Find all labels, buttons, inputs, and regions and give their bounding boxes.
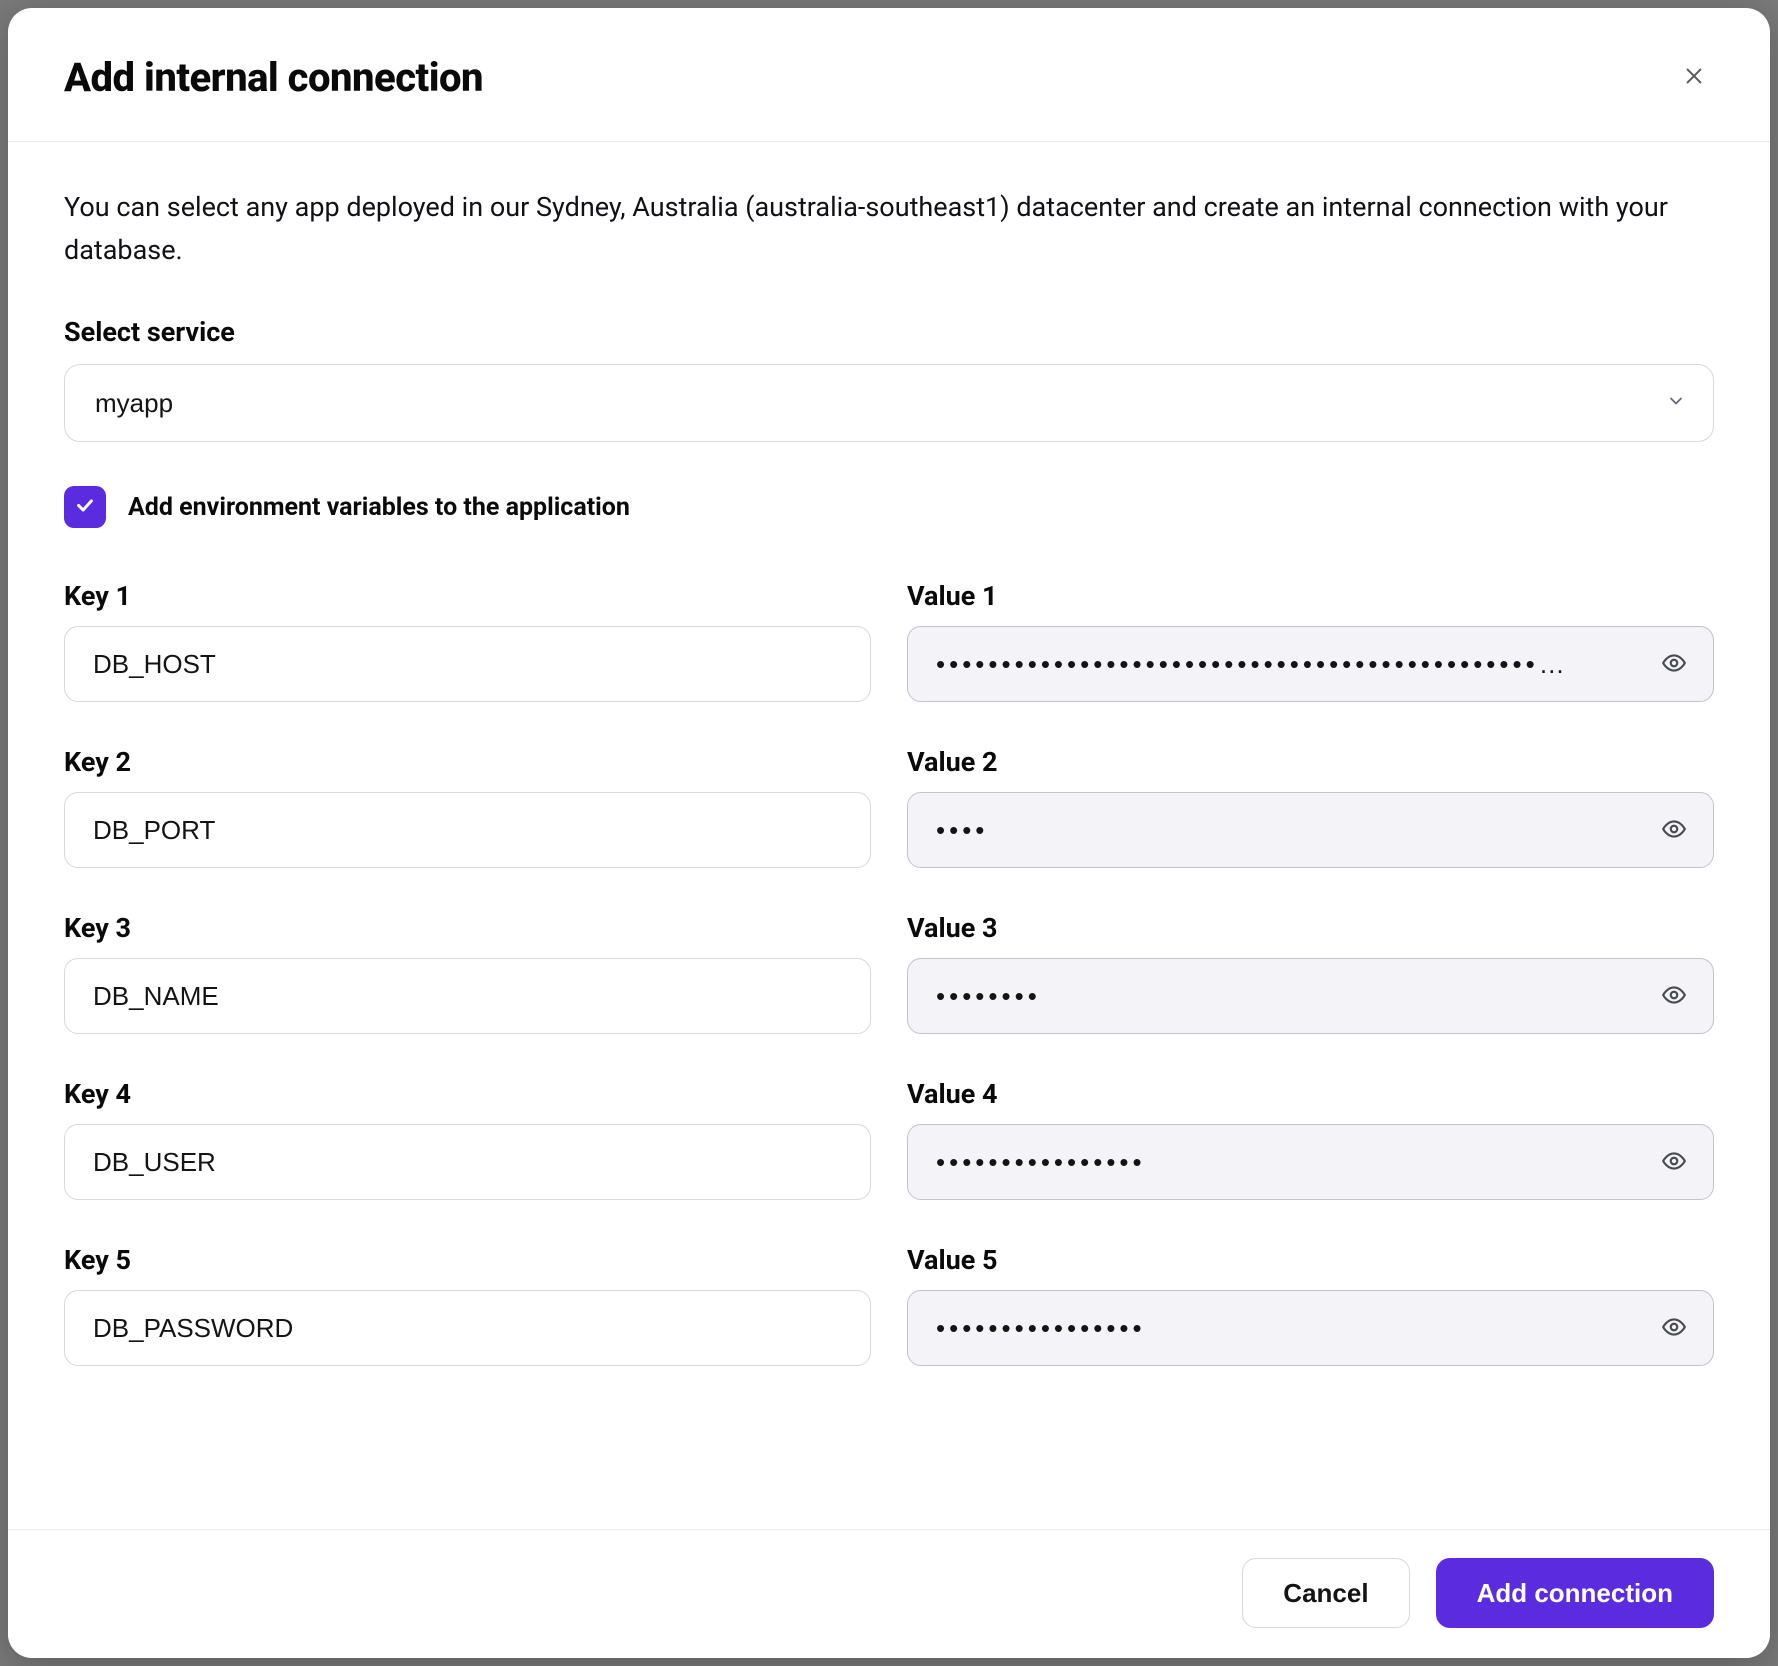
env-var-value-input[interactable] [907,958,1714,1034]
env-var-key-col: Key 5 [64,1244,871,1366]
env-var-key-input[interactable] [64,1124,871,1200]
env-var-pair: Key 4 Value 4 [64,1078,1714,1200]
env-var-value-col: Value 1 [907,580,1714,702]
env-var-value-input[interactable] [907,1290,1714,1366]
env-var-value-label: Value 4 [907,1078,1714,1110]
env-var-key-label: Key 3 [64,912,871,944]
env-var-key-label: Key 1 [64,580,871,612]
env-var-key-col: Key 2 [64,746,871,868]
env-var-key-input[interactable] [64,626,871,702]
env-var-value-wrap [907,792,1714,868]
env-var-value-wrap [907,626,1714,702]
env-var-value-col: Value 4 [907,1078,1714,1200]
env-var-key-input[interactable] [64,958,871,1034]
modal-footer: Cancel Add connection [8,1529,1770,1658]
add-connection-button[interactable]: Add connection [1436,1558,1714,1628]
reveal-value-button[interactable] [1656,1144,1692,1180]
env-var-value-input[interactable] [907,626,1714,702]
env-var-value-input[interactable] [907,792,1714,868]
env-var-value-wrap [907,1290,1714,1366]
env-var-pair: Key 2 Value 2 [64,746,1714,868]
eye-icon [1661,650,1687,679]
reveal-value-button[interactable] [1656,978,1692,1014]
reveal-value-button[interactable] [1656,646,1692,682]
env-var-value-col: Value 3 [907,912,1714,1034]
modal-body: You can select any app deployed in our S… [8,142,1770,1529]
env-var-key-input[interactable] [64,792,871,868]
modal-header: Add internal connection [8,8,1770,142]
env-var-key-label: Key 2 [64,746,871,778]
env-var-value-label: Value 5 [907,1244,1714,1276]
select-service-label: Select service [64,316,1714,348]
select-service[interactable] [64,364,1714,442]
env-var-key-col: Key 3 [64,912,871,1034]
eye-icon [1661,982,1687,1011]
eye-icon [1661,1148,1687,1177]
env-var-pairs: Key 1 Value 1 Key 2 [64,580,1714,1366]
env-var-key-input[interactable] [64,1290,871,1366]
eye-icon [1661,816,1687,845]
reveal-value-button[interactable] [1656,1310,1692,1346]
env-var-value-label: Value 3 [907,912,1714,944]
env-var-value-input[interactable] [907,1124,1714,1200]
env-var-pair: Key 5 Value 5 [64,1244,1714,1366]
eye-icon [1661,1314,1687,1343]
env-var-value-col: Value 2 [907,746,1714,868]
reveal-value-button[interactable] [1656,812,1692,848]
select-service-wrap [64,364,1714,442]
env-var-pair: Key 3 Value 3 [64,912,1714,1034]
modal-title: Add internal connection [64,54,483,101]
env-vars-checkbox[interactable] [64,486,106,528]
env-var-value-wrap [907,1124,1714,1200]
env-var-value-col: Value 5 [907,1244,1714,1366]
env-var-key-col: Key 1 [64,580,871,702]
env-var-key-col: Key 4 [64,1078,871,1200]
env-var-key-label: Key 4 [64,1078,871,1110]
env-vars-checkbox-label: Add environment variables to the applica… [128,493,630,522]
cancel-button[interactable]: Cancel [1242,1558,1409,1628]
env-var-value-wrap [907,958,1714,1034]
intro-text: You can select any app deployed in our S… [64,186,1714,272]
add-connection-modal: Add internal connection You can select a… [8,8,1770,1658]
env-var-value-label: Value 1 [907,580,1714,612]
check-icon [74,494,96,520]
close-button[interactable] [1674,58,1714,98]
env-var-pair: Key 1 Value 1 [64,580,1714,702]
env-vars-checkbox-row: Add environment variables to the applica… [64,486,1714,528]
env-var-value-label: Value 2 [907,746,1714,778]
close-icon [1683,65,1705,90]
env-var-key-label: Key 5 [64,1244,871,1276]
